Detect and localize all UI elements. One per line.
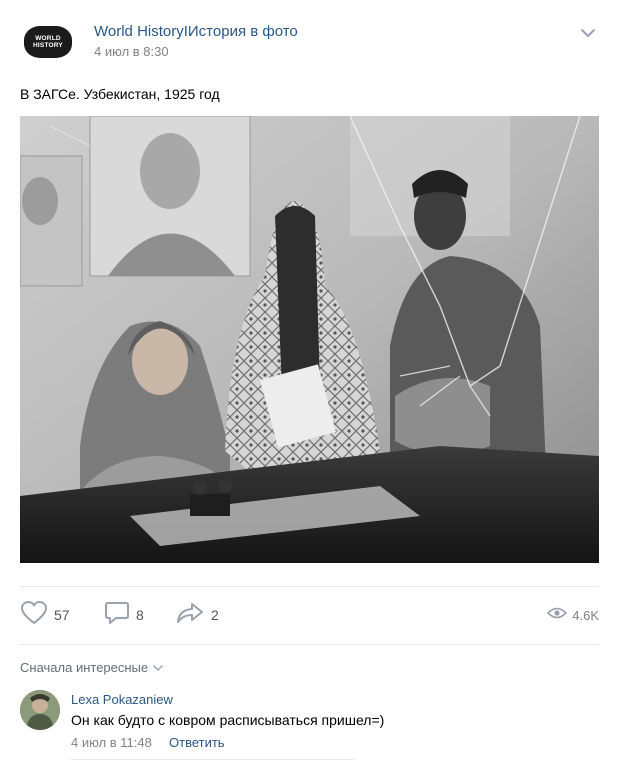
community-name[interactable]: World HistoryIИстория в фото <box>94 23 298 40</box>
comment-text: Он как будто с ковром расписываться приш… <box>71 712 385 728</box>
views-count: 4.6K <box>572 607 599 623</box>
action-bar: 57 8 2 4.6K <box>20 598 599 632</box>
divider <box>71 759 354 760</box>
community-avatar[interactable]: WORLD HISTORY <box>24 26 72 58</box>
comments-sort-dropdown[interactable]: Сначала интересные <box>20 660 163 675</box>
comment-author[interactable]: Lexa Pokazaniew <box>71 692 173 707</box>
views-counter: 4.6K <box>547 598 599 632</box>
divider <box>20 644 599 645</box>
comment-count: 8 <box>136 607 144 623</box>
comment-icon <box>104 600 130 631</box>
comment-button[interactable]: 8 <box>104 598 144 632</box>
like-button[interactable]: 57 <box>20 598 70 632</box>
like-count: 57 <box>54 607 70 623</box>
reply-button[interactable]: Ответить <box>169 735 225 750</box>
avatar-logo-line1: WORLD <box>35 35 61 42</box>
avatar[interactable] <box>20 690 60 730</box>
eye-icon <box>547 606 568 625</box>
post-header: WORLD HISTORY World HistoryIИстория в фо… <box>0 0 620 72</box>
heart-icon <box>20 600 48 631</box>
share-icon <box>175 600 205 631</box>
post-photo[interactable] <box>20 116 599 563</box>
avatar-logo-line2: HISTORY <box>33 42 63 49</box>
chevron-down-icon[interactable] <box>578 26 598 40</box>
post-text: В ЗАГСе. Узбекистан, 1925 год <box>20 86 220 102</box>
share-button[interactable]: 2 <box>175 598 219 632</box>
post-date[interactable]: 4 июл в 8:30 <box>94 44 169 59</box>
comment-date[interactable]: 4 июл в 11:48 <box>71 735 152 750</box>
divider <box>20 586 599 587</box>
share-count: 2 <box>211 607 219 623</box>
chevron-down-icon <box>153 660 163 675</box>
sort-label: Сначала интересные <box>20 660 149 675</box>
